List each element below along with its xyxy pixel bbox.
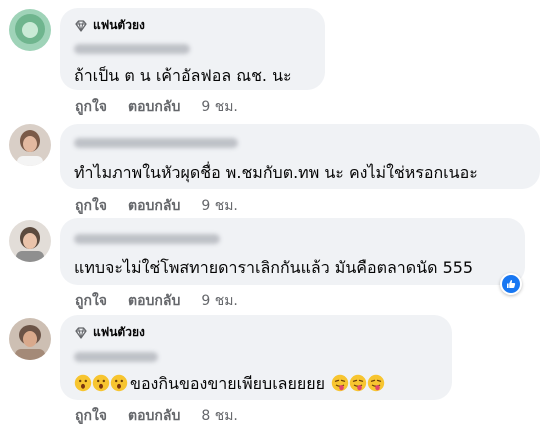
reply-link[interactable]: ตอบกลับ (128, 405, 180, 427)
thumbs-up-icon (507, 280, 516, 288)
fan-badge: แฟนตัวยง (74, 16, 145, 35)
reply-link[interactable]: ตอบกลับ (128, 290, 180, 312)
timestamp[interactable]: 8 ชม. (201, 405, 238, 427)
like-link[interactable]: ถูกใจ (75, 405, 107, 427)
comment-bubble: แฟนตัวยง ถ้าเป็น ต น เค้าอัลฟอล ณช. นะ (60, 8, 325, 90)
fan-badge: แฟนตัวยง (74, 323, 145, 342)
avatar[interactable] (9, 9, 51, 51)
comment-bubble: ทำไมภาพในหัวผุดชื่อ พ.ชมกับต.ทพ นะ คงไม่… (60, 124, 540, 189)
commenter-name[interactable] (74, 44, 190, 54)
hushed-face-emoji (110, 374, 128, 396)
hushed-face-emoji (92, 374, 110, 396)
comment-bubble: แฟนตัวยง ของกินของขายเพียบเลยยยย (60, 315, 452, 400)
comment-actions: ถูกใจ ตอบกลับ 9 ชม. (75, 290, 259, 312)
comment-text-body: ของกินของขายเพียบเลยยยย (130, 374, 325, 393)
tongue-out-face-emoji (349, 374, 367, 396)
avatar[interactable] (9, 124, 51, 166)
like-link[interactable]: ถูกใจ (75, 96, 107, 118)
fan-badge-label: แฟนตัวยง (93, 325, 145, 339)
diamond-icon (75, 19, 87, 32)
reply-link[interactable]: ตอบกลับ (128, 96, 180, 118)
timestamp[interactable]: 9 ชม. (201, 195, 238, 217)
comment-actions: ถูกใจ ตอบกลับ 9 ชม. (75, 195, 259, 217)
commenter-name[interactable] (74, 138, 238, 148)
comment-text: ถ้าเป็น ต น เค้าอัลฟอล ณช. นะ (74, 66, 292, 85)
timestamp[interactable]: 9 ชม. (201, 96, 238, 118)
commenter-name[interactable] (74, 352, 158, 362)
reaction-count[interactable] (500, 273, 522, 295)
tongue-out-face-emoji (331, 374, 349, 396)
avatar[interactable] (9, 318, 51, 360)
like-link[interactable]: ถูกใจ (75, 195, 107, 217)
like-link[interactable]: ถูกใจ (75, 290, 107, 312)
fan-badge-label: แฟนตัวยง (93, 18, 145, 32)
commenter-name[interactable] (74, 234, 220, 244)
comment-text: ทำไมภาพในหัวผุดชื่อ พ.ชมกับต.ทพ นะ คงไม่… (74, 163, 478, 182)
diamond-icon (75, 326, 87, 339)
comment-bubble: แทบจะไม่ใช่โพสทายดาราเลิกกันแล้ว มันคือต… (60, 218, 525, 285)
comment-text: ของกินของขายเพียบเลยยยย (74, 372, 385, 397)
timestamp[interactable]: 9 ชม. (201, 290, 238, 312)
comment-text: แทบจะไม่ใช่โพสทายดาราเลิกกันแล้ว มันคือต… (74, 258, 474, 277)
comment-actions: ถูกใจ ตอบกลับ 8 ชม. (75, 405, 259, 427)
reply-link[interactable]: ตอบกลับ (128, 195, 180, 217)
hushed-face-emoji (74, 374, 92, 396)
tongue-out-face-emoji (367, 374, 385, 396)
avatar[interactable] (9, 220, 51, 262)
comment-actions: ถูกใจ ตอบกลับ 9 ชม. (75, 96, 259, 118)
